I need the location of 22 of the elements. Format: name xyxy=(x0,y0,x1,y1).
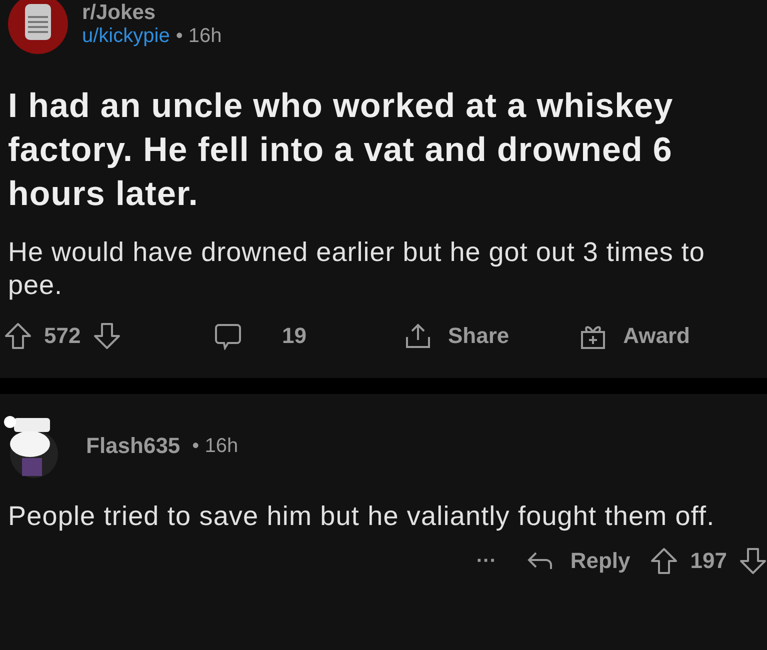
upvote-icon[interactable] xyxy=(4,322,32,350)
post-title: I had an uncle who worked at a whiskey factory. He fell into a vat and drowned 6 hours later. xyxy=(7,86,674,215)
share-button[interactable]: Share xyxy=(404,322,510,350)
comment-count: 19 xyxy=(282,323,306,349)
share-icon xyxy=(404,322,432,350)
downvote-icon[interactable] xyxy=(739,547,767,575)
vote-count: 572 xyxy=(44,323,81,349)
vote-count: 197 xyxy=(690,548,727,574)
comment-icon[interactable] xyxy=(214,322,242,350)
more-options-button[interactable]: ··· xyxy=(466,550,506,572)
award-button[interactable]: Award xyxy=(579,322,690,350)
subreddit-name[interactable]: r/Jokes xyxy=(82,0,222,24)
comment-author[interactable]: Flash635 xyxy=(86,433,180,459)
username-link[interactable]: u/kickypie xyxy=(82,24,170,48)
post-body: He would have drowned earlier but he got out 3 times to pee. xyxy=(7,236,706,302)
subreddit-avatar-icon[interactable] xyxy=(8,0,68,54)
comment-age: • 16h xyxy=(192,434,238,458)
upvote-icon[interactable] xyxy=(650,547,678,575)
downvote-icon[interactable] xyxy=(92,322,121,350)
post-age: • 16h xyxy=(176,24,222,48)
comment-body: People tried to save him but he valiantly fought them off. xyxy=(7,500,716,533)
reply-button[interactable]: Reply xyxy=(526,547,630,575)
